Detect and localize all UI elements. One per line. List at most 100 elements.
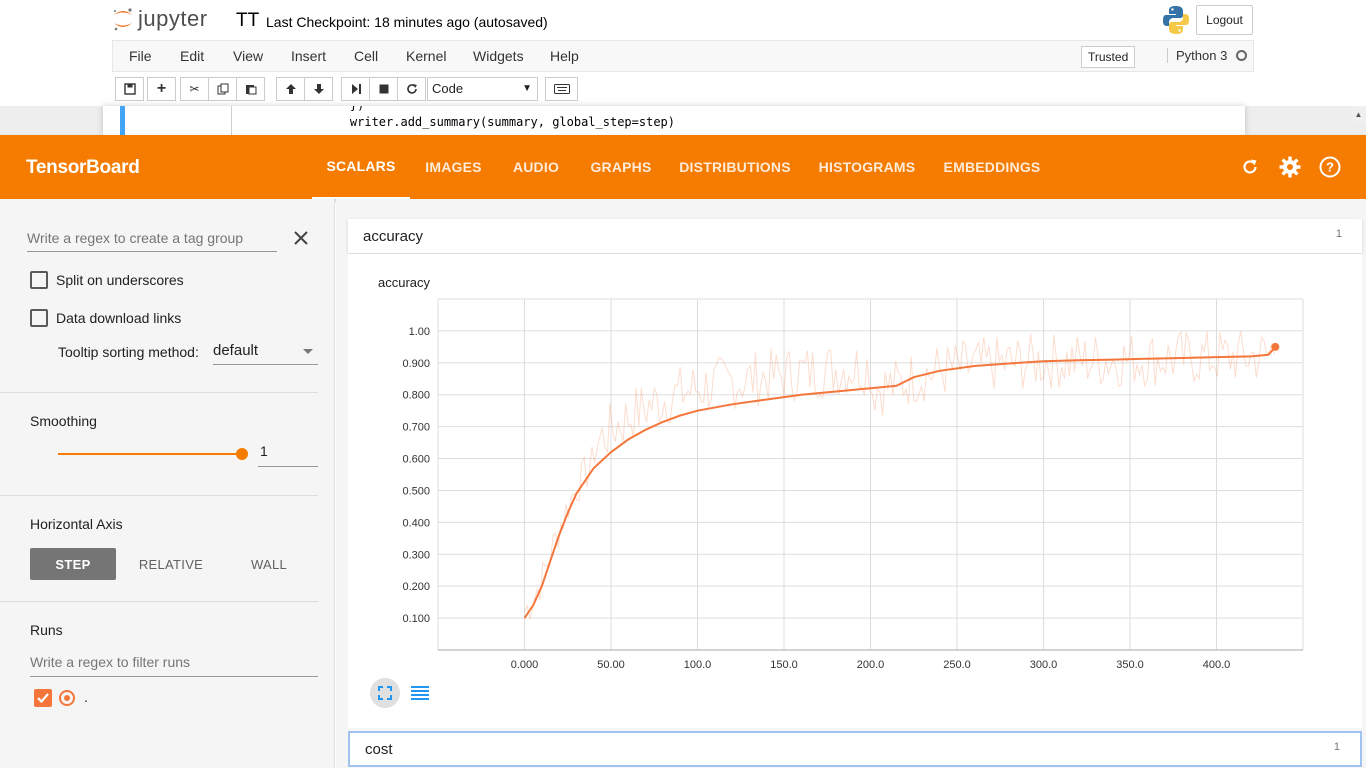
scalar-chart-card: accuracy 0.000 50.00 100.0 150.0 200.0 250.0 3… bbox=[348, 254, 1362, 728]
logout-button[interactable]: Logout bbox=[1196, 5, 1253, 35]
menu-help[interactable]: Help bbox=[550, 48, 579, 64]
tooltip-sorting-value: default bbox=[213, 342, 259, 359]
x-tick-label: 300.0 bbox=[1030, 659, 1058, 669]
axis-relative-button[interactable]: RELATIVE bbox=[128, 548, 214, 580]
menu-kernel[interactable]: Kernel bbox=[406, 48, 446, 64]
move-down-icon[interactable] bbox=[304, 77, 333, 101]
tab-distributions[interactable]: DISTRIBUTIONS bbox=[675, 135, 795, 199]
y-tick-label: 1.00 bbox=[409, 326, 430, 338]
tab-images[interactable]: IMAGES bbox=[416, 135, 491, 199]
y-tick-label: 0.500 bbox=[402, 485, 430, 497]
smoothing-slider-knob[interactable] bbox=[236, 448, 248, 460]
x-tick-label: 350.0 bbox=[1116, 659, 1144, 669]
tab-histograms[interactable]: HISTOGRAMS bbox=[812, 135, 922, 199]
y-tick-label: 0.600 bbox=[402, 454, 430, 466]
smoothing-slider-track[interactable] bbox=[58, 453, 242, 455]
split-underscores-checkbox[interactable] bbox=[30, 271, 48, 289]
tab-scalars[interactable]: SCALARS bbox=[312, 135, 410, 199]
jupyter-logo[interactable]: jupyter bbox=[112, 6, 208, 32]
tab-audio[interactable]: AUDIO bbox=[503, 135, 569, 199]
data-lines-icon[interactable] bbox=[405, 678, 435, 708]
insert-cell-icon[interactable]: + bbox=[147, 77, 176, 101]
runs-label: Runs bbox=[30, 622, 63, 638]
axis-wall-button[interactable]: WALL bbox=[226, 548, 312, 580]
menu-view[interactable]: View bbox=[233, 48, 263, 64]
category-header-accuracy[interactable]: accuracy 1 bbox=[348, 219, 1362, 253]
tab-embeddings[interactable]: EMBEDDINGS bbox=[938, 135, 1046, 199]
category-title: accuracy bbox=[363, 228, 424, 245]
code-line: }) bbox=[321, 106, 675, 114]
help-icon[interactable]: ? bbox=[1318, 155, 1342, 179]
tensorboard-brand: TensorBoard bbox=[26, 157, 140, 178]
run-radio-button[interactable] bbox=[59, 690, 75, 706]
kernel-name: Python 3 bbox=[1167, 48, 1227, 63]
runs-regex-input[interactable]: Write a regex to filter runs bbox=[30, 654, 318, 677]
x-tick-label: 100.0 bbox=[684, 659, 712, 669]
refresh-icon[interactable] bbox=[1238, 155, 1262, 179]
menu-insert[interactable]: Insert bbox=[291, 48, 326, 64]
menu-edit[interactable]: Edit bbox=[180, 48, 204, 64]
scroll-up-arrow-icon[interactable]: ▲ bbox=[1351, 106, 1366, 123]
copy-icon[interactable] bbox=[208, 77, 237, 101]
x-tick-label: 400.0 bbox=[1203, 659, 1231, 669]
tab-graphs[interactable]: GRAPHS bbox=[582, 135, 660, 199]
code-line: writer.add_summary(summary, global_step=… bbox=[321, 115, 676, 129]
category-count: 1 bbox=[1335, 228, 1342, 240]
close-icon[interactable] bbox=[291, 228, 311, 248]
cut-icon[interactable]: ✂ bbox=[180, 77, 209, 101]
tooltip-sorting-select[interactable]: default bbox=[213, 342, 318, 365]
jupyter-header: jupyter TT Last Checkpoint: 18 minutes a… bbox=[112, 0, 1254, 40]
series-line bbox=[523, 346, 1277, 619]
series-endpoint bbox=[1271, 342, 1280, 351]
y-tick-label: 0.200 bbox=[402, 581, 430, 593]
axis-step-button[interactable]: STEP bbox=[30, 548, 116, 580]
tag-regex-input[interactable]: Write a regex to create a tag group bbox=[27, 230, 277, 252]
run-cell-icon[interactable] bbox=[341, 77, 370, 101]
menu-file[interactable]: File bbox=[129, 48, 152, 64]
chart-title: accuracy bbox=[378, 275, 431, 290]
y-tick-label: 0.700 bbox=[402, 422, 430, 434]
paste-icon[interactable] bbox=[236, 77, 265, 101]
smoothing-value-input[interactable]: 1 bbox=[258, 443, 318, 467]
cell-type-select[interactable]: Code ▼ bbox=[427, 77, 538, 101]
jupyter-menubar: File Edit View Insert Cell Kernel Widget… bbox=[112, 40, 1254, 72]
x-tick-label: 50.00 bbox=[597, 659, 625, 669]
jupyter-logo-icon bbox=[112, 6, 134, 32]
split-underscores-option[interactable]: Split on underscores bbox=[30, 271, 184, 289]
accuracy-line-chart[interactable]: 0.000 50.00 100.0 150.0 200.0 250.0 300.0 350.0… bbox=[348, 289, 1362, 669]
y-tick-label: 0.300 bbox=[402, 549, 430, 561]
jupyter-toolbar: + ✂ Code ▼ bbox=[112, 72, 1254, 106]
keyboard-icon[interactable] bbox=[545, 77, 578, 101]
raw-series-line bbox=[524, 330, 1275, 619]
save-icon[interactable] bbox=[115, 77, 144, 101]
chevron-down-icon: ▼ bbox=[522, 83, 532, 94]
category-count: 1 bbox=[1333, 741, 1340, 753]
dropdown-arrow-icon bbox=[303, 349, 313, 354]
menu-cell[interactable]: Cell bbox=[354, 48, 378, 64]
trusted-indicator[interactable]: Trusted bbox=[1081, 46, 1136, 68]
jupyter-logo-text: jupyter bbox=[138, 6, 208, 31]
y-tick-label: 0.400 bbox=[402, 517, 430, 529]
run-checkbox[interactable] bbox=[34, 689, 52, 707]
notebook-name[interactable]: TT bbox=[236, 10, 259, 32]
move-up-icon[interactable] bbox=[276, 77, 305, 101]
run-name: . bbox=[84, 689, 88, 705]
divider bbox=[0, 495, 318, 496]
tensorboard-sidebar: Write a regex to create a tag group Spli… bbox=[0, 199, 335, 768]
code-cell[interactable]: }) writer.add_summary(summary, global_st… bbox=[321, 106, 675, 131]
selected-cell-indicator bbox=[120, 106, 125, 135]
menu-widgets[interactable]: Widgets bbox=[473, 48, 524, 64]
horizontal-axis-label: Horizontal Axis bbox=[30, 516, 123, 532]
settings-gear-icon[interactable] bbox=[1278, 155, 1302, 179]
x-tick-label: 200.0 bbox=[857, 659, 885, 669]
y-tick-label: 0.900 bbox=[402, 358, 430, 370]
kernel-status-icon bbox=[1236, 50, 1247, 61]
jupyter-notebook: jupyter TT Last Checkpoint: 18 minutes a… bbox=[0, 0, 1366, 135]
restart-kernel-icon[interactable] bbox=[397, 77, 426, 101]
interrupt-kernel-icon[interactable] bbox=[369, 77, 398, 101]
data-download-checkbox[interactable] bbox=[30, 309, 48, 327]
data-download-option[interactable]: Data download links bbox=[30, 309, 181, 327]
fullscreen-expand-icon[interactable] bbox=[370, 678, 400, 708]
category-header-cost[interactable]: cost 1 bbox=[348, 731, 1362, 767]
x-tick-label: 250.0 bbox=[943, 659, 971, 669]
